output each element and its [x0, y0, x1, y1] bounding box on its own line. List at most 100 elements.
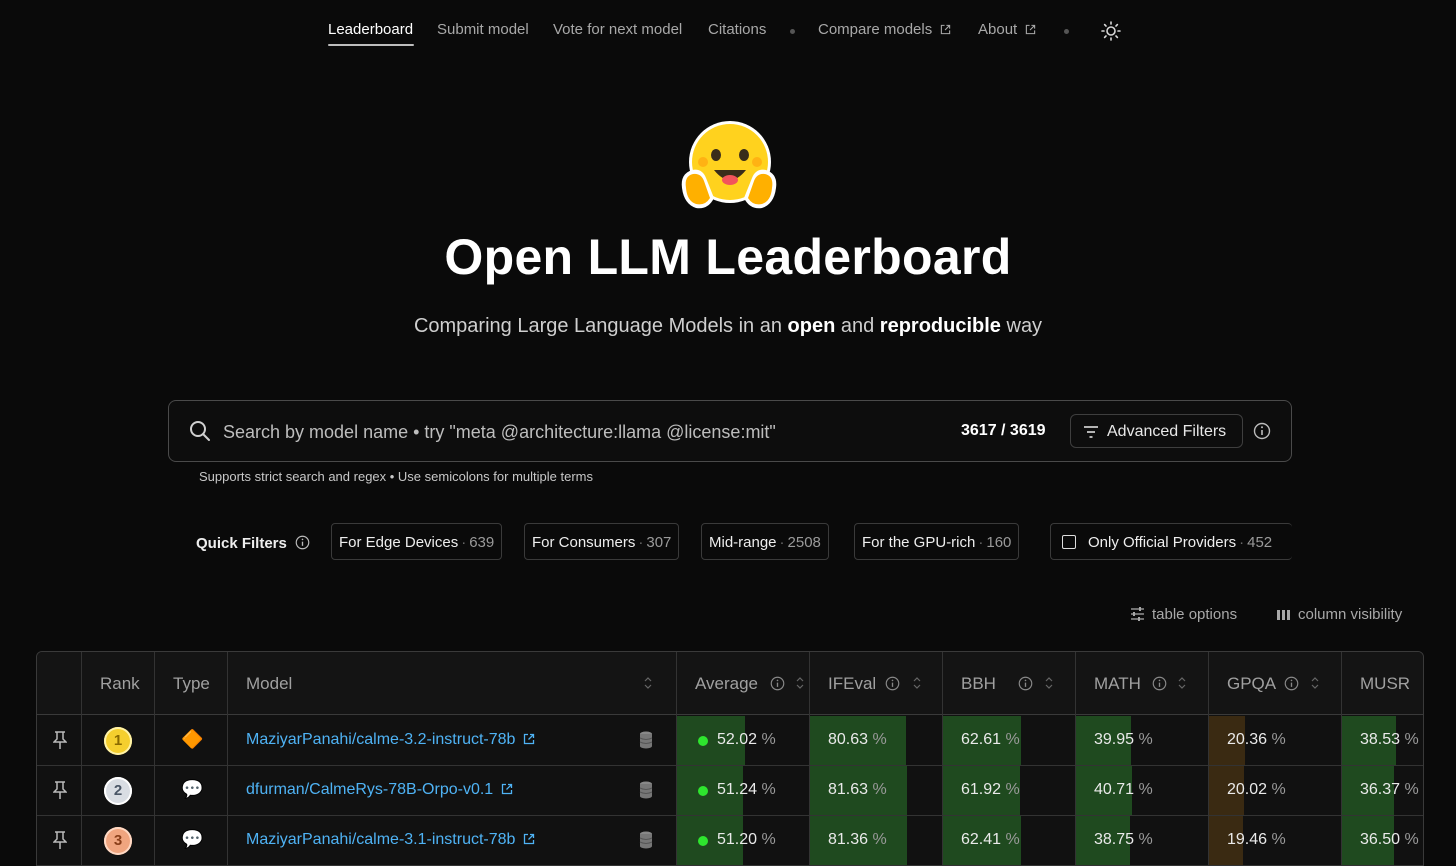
- external-link-icon: [941, 24, 951, 35]
- table-row[interactable]: 3 💬 MaziyarPanahi/calme-3.1-instruct-78b…: [37, 816, 1423, 866]
- header-bbh[interactable]: BBH: [961, 674, 996, 694]
- database-icon[interactable]: [639, 781, 653, 799]
- subtitle-open: open: [787, 315, 836, 337]
- nav-separator-dot: [1064, 29, 1069, 34]
- percent-sign: %: [1138, 781, 1153, 798]
- nav-compare-models[interactable]: Compare models: [818, 21, 951, 38]
- musr-value: 36.50: [1360, 831, 1401, 848]
- model-link[interactable]: dfurman/CalmeRys-78B-Orpo-v0.1: [246, 781, 513, 799]
- average-value: 51.24: [717, 781, 758, 798]
- percent-sign: %: [1404, 731, 1419, 748]
- model-name: dfurman/CalmeRys-78B-Orpo-v0.1: [246, 781, 494, 798]
- sort-icon[interactable]: [913, 675, 921, 691]
- external-link-icon: [524, 833, 535, 845]
- chip-count: 307: [646, 534, 672, 551]
- percent-sign: %: [761, 731, 776, 748]
- pin-icon[interactable]: [53, 830, 67, 850]
- musr-value: 38.53: [1360, 731, 1401, 748]
- model-link[interactable]: MaziyarPanahi/calme-3.1-instruct-78b: [246, 831, 535, 849]
- percent-sign: %: [1138, 831, 1153, 848]
- header-musr[interactable]: MUSR: [1360, 674, 1410, 694]
- info-icon[interactable]: [885, 676, 900, 691]
- sort-icon[interactable]: [796, 675, 804, 691]
- info-icon[interactable]: [770, 676, 785, 691]
- info-icon[interactable]: [1284, 676, 1299, 691]
- table-row[interactable]: 2 💬 dfurman/CalmeRys-78B-Orpo-v0.1 51.24…: [37, 766, 1423, 816]
- nav-vote[interactable]: Vote for next model: [553, 21, 682, 38]
- percent-sign: %: [1005, 831, 1020, 848]
- gpqa-value: 19.46: [1227, 831, 1268, 848]
- percent-sign: %: [1271, 781, 1286, 798]
- sort-icon[interactable]: [1045, 675, 1053, 691]
- header-gpqa[interactable]: GPQA: [1227, 674, 1276, 694]
- header-ifeval[interactable]: IFEval: [828, 674, 876, 694]
- nav-about[interactable]: About: [978, 21, 1036, 38]
- percent-sign: %: [1404, 831, 1419, 848]
- rank-badge-silver: 2: [104, 777, 132, 805]
- table-options-button[interactable]: table options: [1130, 606, 1237, 623]
- filter-mid-range[interactable]: Mid-range · 2508: [701, 523, 829, 560]
- table-row[interactable]: 1 🔶 MaziyarPanahi/calme-3.2-instruct-78b…: [37, 716, 1423, 766]
- chip-count: 2508: [787, 534, 821, 551]
- status-dot: [698, 836, 708, 846]
- chip-count: 639: [469, 534, 495, 551]
- status-dot: [698, 736, 708, 746]
- nav-citations[interactable]: Citations: [708, 21, 766, 38]
- filter-official-providers[interactable]: Only Official Providers · 452: [1050, 523, 1292, 560]
- info-icon[interactable]: [1253, 422, 1271, 440]
- nav-compare-label: Compare models: [818, 21, 933, 38]
- nav-submit-model[interactable]: Submit model: [437, 21, 529, 38]
- header-math[interactable]: MATH: [1094, 674, 1141, 694]
- bbh-value: 62.41: [961, 831, 1002, 848]
- pin-icon[interactable]: [53, 730, 67, 750]
- filter-edge-devices[interactable]: For Edge Devices · 639: [331, 523, 503, 560]
- external-link-icon: [1026, 24, 1036, 35]
- official-providers-checkbox[interactable]: [1062, 535, 1076, 549]
- page-subtitle: Comparing Large Language Models in an op…: [0, 315, 1456, 338]
- database-icon[interactable]: [639, 731, 653, 749]
- math-value: 40.71: [1094, 781, 1135, 798]
- percent-sign: %: [1005, 731, 1020, 748]
- sun-icon[interactable]: [1101, 21, 1121, 41]
- pin-icon[interactable]: [53, 780, 67, 800]
- search-input[interactable]: [223, 420, 923, 444]
- rank-badge-gold: 1: [104, 727, 132, 755]
- sort-icon[interactable]: [644, 675, 652, 691]
- info-icon[interactable]: [295, 535, 310, 550]
- sliders-icon: [1131, 607, 1144, 621]
- header-rank[interactable]: Rank: [100, 674, 140, 694]
- header-average[interactable]: Average: [695, 674, 758, 694]
- nav-leaderboard[interactable]: Leaderboard: [328, 21, 413, 38]
- filter-gpu-rich[interactable]: For the GPU-rich · 160: [854, 523, 1020, 560]
- column-visibility-label: column visibility: [1298, 606, 1403, 623]
- subtitle-reproducible: reproducible: [879, 315, 1001, 337]
- header-model[interactable]: Model: [246, 674, 292, 694]
- orange-diamond-icon: 🔶: [181, 729, 204, 749]
- chip-count: 452: [1247, 534, 1273, 551]
- external-link-icon: [502, 783, 513, 795]
- info-icon[interactable]: [1152, 676, 1167, 691]
- header-type[interactable]: Type: [173, 674, 210, 694]
- percent-sign: %: [872, 831, 887, 848]
- chat-bubble-icon: 💬: [181, 829, 204, 849]
- subtitle-text: way: [1000, 315, 1043, 337]
- column-visibility-button[interactable]: column visibility: [1277, 606, 1402, 623]
- filter-consumers[interactable]: For Consumers · 307: [524, 523, 680, 560]
- info-icon[interactable]: [1018, 676, 1033, 691]
- top-nav: Leaderboard Submit model Vote for next m…: [0, 0, 1456, 62]
- database-icon[interactable]: [639, 831, 653, 849]
- advanced-filters-button[interactable]: Advanced Filters: [1070, 414, 1243, 448]
- sort-icon[interactable]: [1311, 675, 1319, 691]
- nav-separator-dot: [790, 29, 795, 34]
- nav-active-indicator: [328, 44, 414, 46]
- sort-icon[interactable]: [1178, 675, 1186, 691]
- external-link-icon: [524, 733, 535, 745]
- model-link[interactable]: MaziyarPanahi/calme-3.2-instruct-78b: [246, 731, 535, 749]
- gpqa-value: 20.36: [1227, 731, 1268, 748]
- percent-sign: %: [872, 781, 887, 798]
- percent-sign: %: [1271, 731, 1286, 748]
- percent-sign: %: [1404, 781, 1419, 798]
- result-count: 3617 / 3619: [961, 422, 1046, 439]
- chip-label: For the GPU-rich: [862, 534, 976, 551]
- chip-label: For Consumers: [532, 534, 636, 551]
